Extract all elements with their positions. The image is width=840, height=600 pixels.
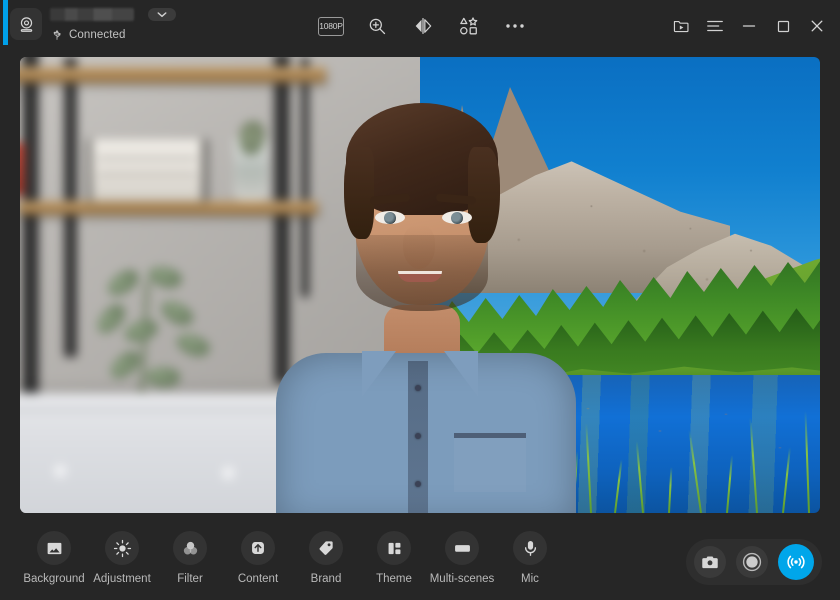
zoom-in-button[interactable] [364, 13, 390, 39]
device-name [50, 8, 134, 21]
plant-leaf [173, 329, 212, 362]
iris [384, 212, 396, 224]
snapshot-button[interactable] [694, 546, 726, 578]
bottom-toolbar: Background Adjustment [0, 513, 840, 600]
tool-mic[interactable]: Mic [496, 531, 564, 585]
shirt-button [415, 385, 421, 391]
media-library-button[interactable] [664, 13, 698, 39]
maximize-button[interactable] [766, 13, 800, 39]
hamburger-menu-icon[interactable] [698, 13, 732, 39]
tool-background[interactable]: Background [20, 531, 88, 585]
tool-brand[interactable]: Brand [292, 531, 360, 585]
resolution-badge-label: 1080P [318, 17, 344, 36]
usb-icon [50, 28, 64, 42]
book-line [98, 157, 196, 160]
plant-leaf [103, 266, 142, 300]
reed [636, 441, 644, 513]
resolution-badge[interactable]: 1080P [318, 13, 344, 39]
tool-filter[interactable]: Filter [156, 531, 224, 585]
live-stream-button[interactable] [778, 544, 814, 580]
tool-label: Filter [177, 573, 203, 585]
accent-bar [3, 0, 8, 45]
mouth [398, 271, 442, 282]
plant-stem [139, 281, 150, 411]
shirt-button [415, 481, 421, 487]
shelf-books [88, 139, 207, 201]
chevron-down-icon[interactable] [148, 8, 176, 21]
shirt-collar-right [444, 351, 478, 397]
reed [726, 455, 733, 513]
image-icon [37, 531, 71, 565]
shelf-book-red [20, 143, 24, 195]
tool-content[interactable]: Content [224, 531, 292, 585]
reed [614, 459, 623, 513]
tool-adjustment[interactable]: Adjustment [88, 531, 156, 585]
plant-leaf [105, 347, 144, 383]
video-stage [20, 57, 820, 513]
tag-icon [309, 531, 343, 565]
effects-tool-list: Background Adjustment [20, 531, 564, 585]
eye-left [375, 211, 405, 224]
microphone-icon [513, 531, 547, 565]
record-button[interactable] [736, 546, 768, 578]
brightness-sun-icon [105, 531, 139, 565]
tool-theme[interactable]: Theme [360, 531, 428, 585]
shirt-collar-left [362, 351, 396, 397]
scene-card-icon [445, 531, 479, 565]
reed [804, 411, 810, 513]
sofa-tuft [222, 467, 236, 481]
webcam-icon[interactable] [10, 8, 42, 40]
hair-side-right [468, 147, 500, 243]
book-line [98, 173, 196, 176]
eye-right [442, 211, 472, 224]
connection-status: Connected [50, 28, 176, 42]
tool-label: Brand [311, 573, 342, 585]
tool-label: Multi-scenes [430, 573, 495, 585]
app-window: Connected 1080P [0, 0, 840, 600]
device-selector[interactable]: Connected [10, 6, 176, 42]
upload-arrow-icon [241, 531, 275, 565]
preview-toolbar: 1080P [318, 13, 528, 39]
tool-label: Background [23, 573, 84, 585]
floor-plant [90, 263, 220, 413]
plant-leaf [146, 262, 185, 292]
close-button[interactable] [800, 13, 834, 39]
three-circles-icon [173, 531, 207, 565]
reed [782, 447, 791, 513]
video-preview[interactable] [20, 57, 820, 513]
plant-leaf [122, 318, 159, 345]
tool-label: Mic [521, 573, 539, 585]
capture-controls [686, 539, 822, 585]
tool-label: Theme [376, 573, 412, 585]
sofa-tuft [54, 465, 68, 479]
nose [403, 225, 435, 269]
window-controls [664, 13, 834, 39]
tool-label: Adjustment [93, 573, 151, 585]
lake-reeds [550, 393, 820, 513]
mirror-button[interactable] [410, 13, 436, 39]
reed [668, 467, 672, 513]
layout-blocks-icon [377, 531, 411, 565]
tool-multi-scenes[interactable]: Multi-scenes [428, 531, 496, 585]
reed [688, 430, 702, 513]
shirt-pocket [454, 433, 526, 492]
minimize-button[interactable] [732, 13, 766, 39]
hair-side-left [344, 147, 374, 239]
connection-status-label: Connected [69, 29, 126, 41]
tool-label: Content [238, 573, 278, 585]
titlebar: Connected 1080P [0, 0, 840, 52]
device-meta: Connected [50, 6, 176, 42]
more-options-button[interactable] [502, 13, 528, 39]
reed [749, 417, 758, 513]
iris [451, 212, 463, 224]
plant-leaf [157, 295, 196, 331]
person-subject [258, 75, 588, 513]
stickers-button[interactable] [456, 13, 482, 39]
device-name-row[interactable] [50, 6, 176, 23]
shirt-button [415, 433, 421, 439]
plant-leaf [145, 365, 181, 390]
